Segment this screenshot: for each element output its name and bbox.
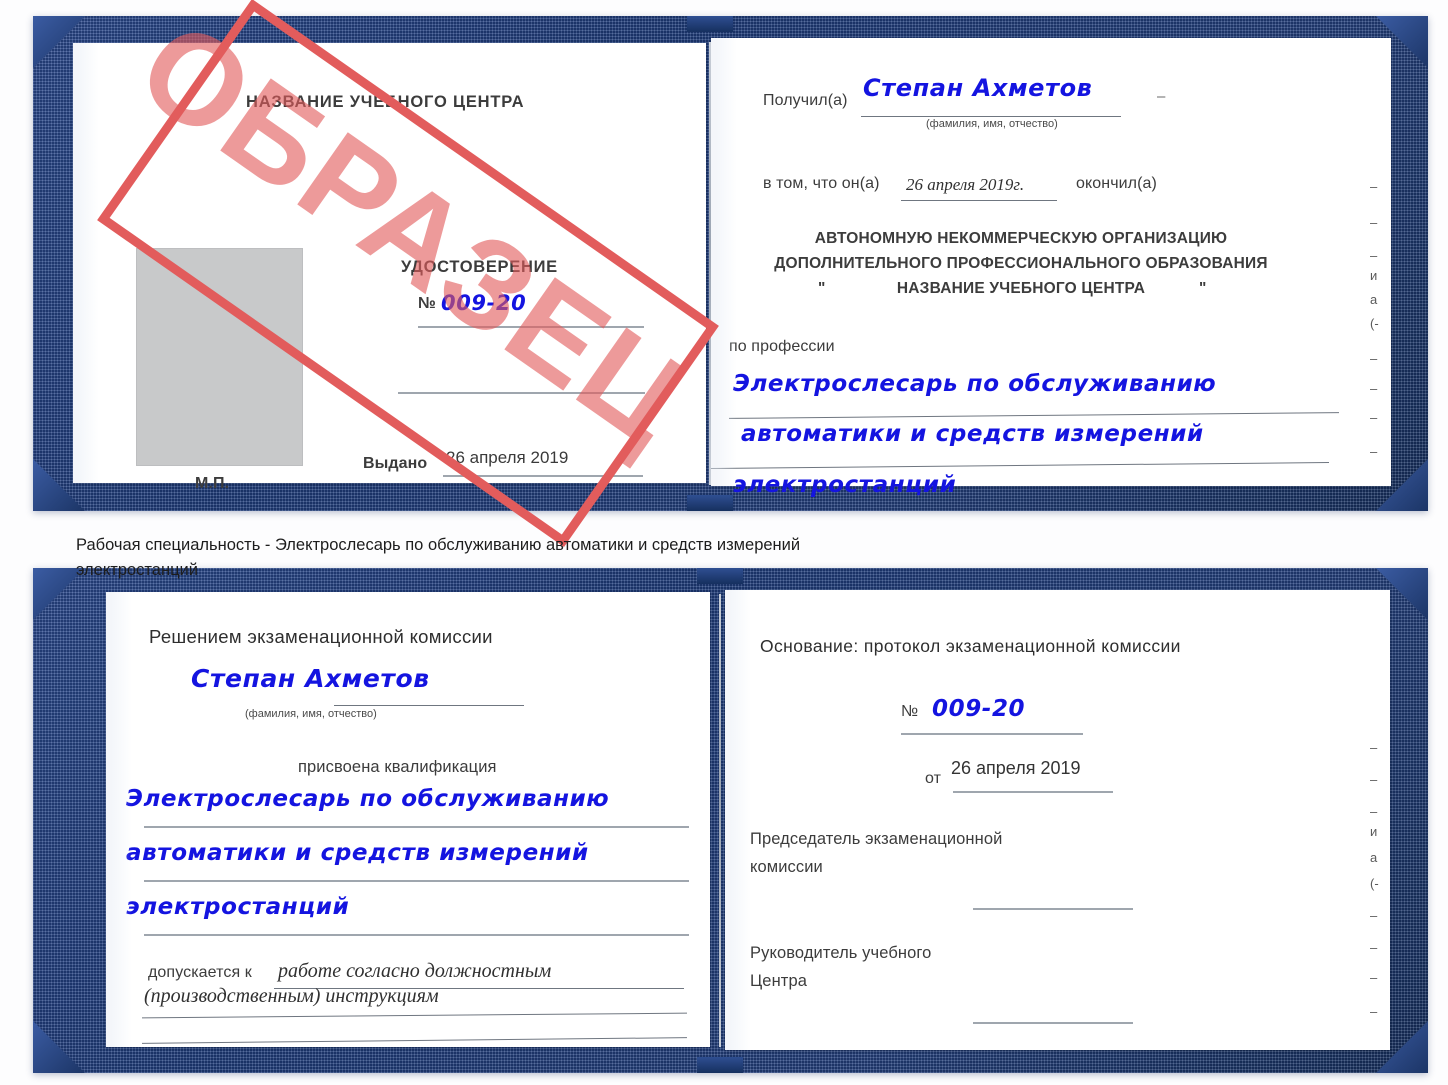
cert2-left-page: Решением экзаменационной комиссии Степан…: [106, 592, 710, 1047]
spine-tab-bottom-2: [697, 1057, 743, 1073]
org-name-line-3: НАЗВАНИЕ УЧЕБНОГО ЦЕНТРА: [896, 280, 1146, 297]
basis-label: Основание: протокол экзаменационной коми…: [760, 636, 1181, 656]
org-quote-close: ": [1199, 280, 1207, 297]
qualification-rule-3: [144, 934, 689, 936]
edge-mark-9: –: [1370, 444, 1378, 459]
edge-dash-inline: –: [1157, 88, 1166, 105]
admitted-label: допускается к: [148, 964, 252, 981]
qualification-line-2: автоматики и средств измерений: [126, 840, 589, 866]
caption-line-2: электростанций: [76, 561, 198, 579]
org-name-line-2: ДОПОЛНИТЕЛЬНОГО ПРОФЕССИОНАЛЬНОГО ОБРАЗО…: [774, 255, 1268, 272]
chairman-line-1: Председатель экзаменационной: [750, 830, 1003, 848]
profession-label: по профессии: [729, 338, 835, 355]
qualification-rule-2: [144, 880, 689, 882]
qualification-label: присвоена квалификация: [298, 758, 497, 776]
admitted-rule-3: [142, 1037, 687, 1044]
issued-rule: [443, 475, 643, 477]
edge2-mark-8: –: [1370, 970, 1378, 985]
edge2-mark-1: –: [1370, 772, 1378, 787]
profession-line-2: автоматики и средств измерений: [741, 421, 1204, 447]
head-line-2: Центра: [750, 972, 808, 990]
photo-placeholder: [136, 248, 303, 466]
in-that-date-value: 26 апреля 2019г.: [906, 175, 1025, 194]
number-label: №: [418, 295, 436, 312]
cert1-right-page: Получил(а) Степан Ахметов (фамилия, имя,…: [711, 38, 1391, 498]
profession-rule-1: [729, 412, 1339, 419]
cert2-name-rule: [334, 705, 524, 706]
cert2-number-label: №: [901, 703, 919, 720]
qualification-rule-1: [144, 826, 689, 828]
qualification-line-1: Электрослесарь по обслуживанию: [126, 786, 610, 812]
cert2-date-value: 26 апреля 2019: [951, 758, 1081, 778]
admitted-rule-2: [142, 1012, 687, 1019]
received-label: Получил(а): [763, 92, 848, 109]
fio-hint: (фамилия, имя, отчество): [926, 118, 1058, 130]
cert1-left-page: НАЗВАНИЕ УЧЕБНОГО ЦЕНТРА УДОСТОВЕРЕНИЕ №…: [73, 43, 706, 492]
edge-mark-4: а: [1370, 292, 1378, 307]
profession-rule-2: [711, 462, 1329, 469]
in-that-label: в том, что он(а): [763, 175, 880, 192]
edge2-mark-2: –: [1370, 804, 1378, 819]
edge2-mark-9: –: [1370, 1004, 1378, 1019]
edge-mark-2: –: [1370, 248, 1378, 263]
certificate-book-1: НАЗВАНИЕ УЧЕБНОГО ЦЕНТРА УДОСТОВЕРЕНИЕ №…: [33, 16, 1428, 511]
head-line-1: Руководитель учебного: [750, 944, 932, 962]
spine-tab-top: [687, 16, 733, 32]
admitted-value-line-1: работе согласно должностным: [278, 960, 552, 982]
number-rule: [418, 326, 644, 328]
edge2-mark-3: и: [1370, 824, 1378, 839]
profession-line-3: электростанций: [733, 472, 957, 498]
certificate-sample-page: НАЗВАНИЕ УЧЕБНОГО ЦЕНТРА УДОСТОВЕРЕНИЕ №…: [0, 0, 1448, 1085]
edge-mark-6: –: [1370, 351, 1378, 366]
admitted-value-line-2: (производственным) инструкциям: [144, 985, 439, 1007]
recipient-rule: [861, 116, 1121, 117]
edge2-mark-7: –: [1370, 940, 1378, 955]
cover-corner-bottom-left-2: [33, 1021, 85, 1073]
profession-line-1: Электрослесарь по обслуживанию: [733, 371, 1217, 397]
edge-mark-8: –: [1370, 410, 1378, 425]
edge-mark-5: (-: [1370, 316, 1379, 331]
cert1-spine: [709, 42, 711, 485]
in-that-rule: [901, 200, 1057, 201]
cert2-right-page: Основание: протокол экзаменационной коми…: [725, 590, 1390, 1050]
edge-mark-3: и: [1370, 268, 1378, 283]
edge2-mark-5: (-: [1370, 876, 1379, 891]
edge2-mark-4: а: [1370, 850, 1378, 865]
edge-mark-7: –: [1370, 381, 1378, 396]
cert2-date-rule: [953, 791, 1113, 793]
blank-rule-1: [398, 392, 645, 394]
caption: Рабочая специальность - Электрослесарь п…: [76, 533, 1126, 583]
edge2-mark-0: –: [1370, 740, 1378, 755]
issued-label: Выдано: [363, 455, 428, 472]
chairman-signature-rule: [973, 908, 1133, 910]
certificate-number-value: 009-20: [441, 291, 527, 315]
decision-title: Решением экзаменационной комиссии: [149, 626, 493, 647]
org-name-line-1: АВТОНОМНУЮ НЕКОММЕРЧЕСКУЮ ОРГАНИЗАЦИЮ: [814, 230, 1228, 247]
cert2-name-value: Степан Ахметов: [191, 664, 430, 693]
org-title: НАЗВАНИЕ УЧЕБНОГО ЦЕНТРА: [246, 93, 525, 111]
cert2-spine: [719, 594, 721, 1047]
qualification-line-3: электростанций: [126, 894, 350, 920]
caption-line-1: Рабочая специальность - Электрослесарь п…: [76, 536, 801, 554]
recipient-name-value: Степан Ахметов: [863, 74, 1093, 102]
cert2-number-rule: [901, 733, 1083, 735]
edge2-mark-6: –: [1370, 908, 1378, 923]
edge-mark-1: –: [1370, 215, 1378, 230]
cert2-date-label: от: [925, 770, 942, 787]
head-signature-rule: [973, 1022, 1133, 1024]
document-type-label: УДОСТОВЕРЕНИЕ: [401, 258, 558, 276]
cert2-fio-hint: (фамилия, имя, отчество): [245, 708, 377, 720]
certificate-book-2: Решением экзаменационной комиссии Степан…: [33, 568, 1428, 1073]
spine-tab-bottom: [687, 495, 733, 511]
seal-label: М.П.: [195, 475, 230, 492]
finished-label: окончил(а): [1076, 175, 1157, 192]
issued-date-value: 26 апреля 2019: [446, 448, 569, 467]
edge-mark-0: –: [1370, 179, 1378, 194]
chairman-line-2: комиссии: [750, 858, 823, 876]
cert2-number-value: 009-20: [932, 696, 1026, 722]
